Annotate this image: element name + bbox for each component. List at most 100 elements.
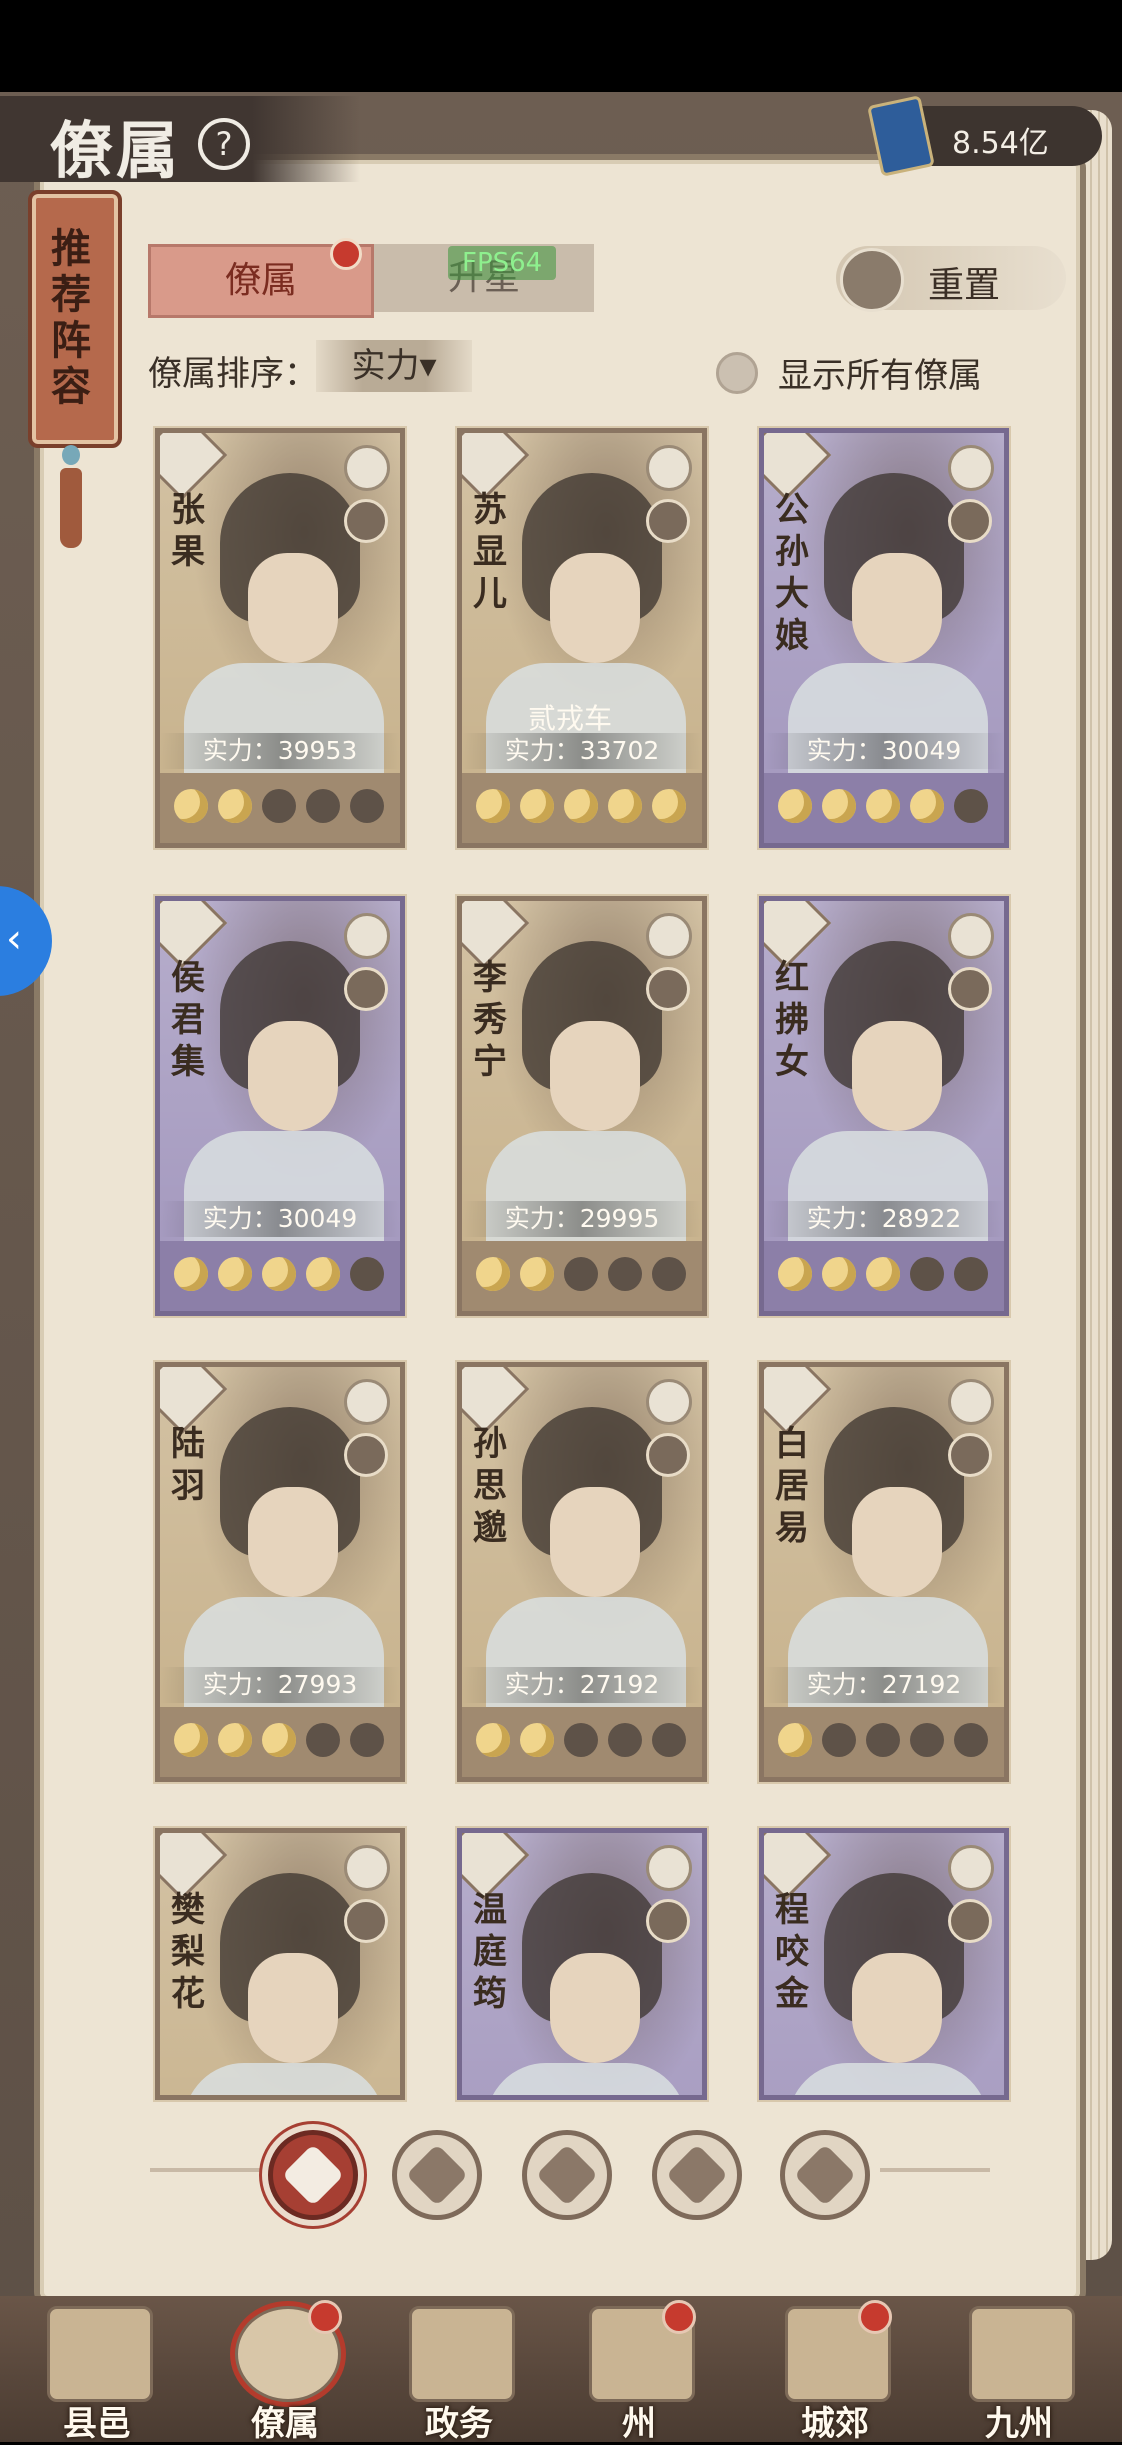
partner-avatar — [344, 1899, 388, 1943]
retainer-power: 实力：27192 — [462, 1667, 702, 1703]
card-overlay-text: 贰戎车 — [528, 702, 613, 735]
star-filled-icon — [866, 789, 900, 823]
nav-label: 县邑 — [63, 2404, 131, 2444]
filter-all-icon[interactable] — [268, 2130, 358, 2220]
retainer-power: 实力：27192 — [764, 1667, 1004, 1703]
retainer-card[interactable]: 孙思邈实力：27192 — [457, 1362, 707, 1782]
star-filled-icon — [476, 1723, 510, 1757]
retainer-name: 程咬金 — [775, 1890, 809, 2014]
portrait-face — [248, 1953, 338, 2063]
retainer-name: 公孙大娘 — [775, 490, 809, 656]
nav-item[interactable]: 九州 — [944, 2306, 1094, 2444]
star-row — [764, 1707, 1004, 1777]
star-filled-icon — [822, 789, 856, 823]
partner-avatar — [948, 1433, 992, 1477]
nav-label: 政务 — [425, 2404, 493, 2444]
star-filled-icon — [778, 789, 812, 823]
retainer-card[interactable]: 公孙大娘实力：30049 — [759, 428, 1009, 848]
star-filled-icon — [778, 1723, 812, 1757]
star-empty-icon — [608, 1723, 642, 1757]
skill-icon — [646, 913, 692, 959]
partner-avatar — [646, 1433, 690, 1477]
star-filled-icon — [174, 1257, 208, 1291]
nav-label: 城郊 — [801, 2404, 869, 2444]
nav-label: 僚属 — [251, 2404, 319, 2444]
retainer-card[interactable]: 陆羽 实力：27993 — [155, 1362, 405, 1782]
star-filled-icon — [866, 1257, 900, 1291]
gourd-icon — [405, 2143, 469, 2207]
retainer-name: 红拂女 — [775, 958, 809, 1082]
star-row — [462, 1241, 702, 1311]
currency-display[interactable]: 8.54亿 — [867, 95, 1102, 177]
filter-lion-icon[interactable] — [780, 2130, 870, 2220]
star-filled-icon — [608, 789, 642, 823]
star-filled-icon — [520, 1257, 554, 1291]
recommend-lineup-tab[interactable]: 推荐阵容 — [28, 190, 122, 550]
star-empty-icon — [306, 1723, 340, 1757]
star-row — [160, 773, 400, 843]
star-filled-icon — [218, 1723, 252, 1757]
portrait-face — [550, 1953, 640, 2063]
partner-avatar — [344, 967, 388, 1011]
retainer-power: 实力：30049 — [764, 733, 1004, 769]
nav-item[interactable]: 县邑 — [22, 2306, 172, 2444]
skill-icon — [948, 1845, 994, 1891]
partner-avatar — [948, 499, 992, 543]
filter-gourd-icon[interactable] — [392, 2130, 482, 2220]
star-filled-icon — [652, 789, 686, 823]
portrait-face — [852, 553, 942, 663]
portrait-face — [248, 1021, 338, 1131]
nav-building-icon — [969, 2306, 1075, 2402]
retainer-card[interactable]: 李秀宁 实力：29995 — [457, 896, 707, 1316]
portrait-face — [852, 1021, 942, 1131]
skill-icon — [646, 1379, 692, 1425]
retainer-card[interactable]: 白居易实力：27192 — [759, 1362, 1009, 1782]
show-all-toggle[interactable] — [716, 352, 758, 394]
retainer-power: 实力：39953 — [160, 733, 400, 769]
reset-label: 重置 — [928, 265, 1001, 306]
star-filled-icon — [910, 789, 944, 823]
skill-icon — [948, 913, 994, 959]
nav-item[interactable]: 城郊 — [760, 2300, 910, 2444]
retainer-card[interactable]: 侯君集 实力：30049 — [155, 896, 405, 1316]
retainer-power: 实力：33702 — [462, 733, 702, 769]
currency-value: 8.54亿 — [952, 126, 1049, 161]
reset-button[interactable]: 重置 — [836, 246, 1066, 312]
portrait-face — [550, 1487, 640, 1597]
star-empty-icon — [652, 1723, 686, 1757]
page-title: 僚属 — [50, 114, 183, 187]
retainer-name: 孙思邈 — [473, 1424, 507, 1548]
notification-dot — [662, 2300, 696, 2334]
nav-building-icon — [409, 2306, 515, 2402]
retainer-card[interactable]: 温庭筠 — [457, 1828, 707, 2100]
nav-item[interactable]: 政务 — [384, 2306, 534, 2444]
star-filled-icon — [822, 1257, 856, 1291]
retainer-card[interactable]: 苏显儿 实力：33702 贰戎车 — [457, 428, 707, 848]
notification-dot — [330, 238, 362, 270]
nav-item[interactable]: 州 — [564, 2300, 714, 2444]
portrait-face — [852, 1487, 942, 1597]
filter-gourd-calabash-icon[interactable] — [522, 2130, 612, 2220]
star-empty-icon — [954, 789, 988, 823]
recommend-lineup-label: 推荐阵容 — [51, 225, 91, 410]
star-filled-icon — [174, 1723, 208, 1757]
status-bar — [0, 0, 1122, 92]
skill-icon — [344, 445, 390, 491]
scroll-tassel — [60, 468, 82, 548]
retainer-card[interactable]: 程咬金 — [759, 1828, 1009, 2100]
star-empty-icon — [564, 1257, 598, 1291]
star-filled-icon — [262, 1257, 296, 1291]
retainer-card[interactable]: 红拂女 实力：28922 — [759, 896, 1009, 1316]
nav-item[interactable]: 僚属 — [210, 2300, 360, 2444]
retainer-name: 侯君集 — [171, 958, 205, 1082]
star-filled-icon — [262, 1723, 296, 1757]
sort-dropdown[interactable]: 实力▾ — [316, 340, 472, 392]
fps-overlay: FPS64 — [448, 246, 557, 280]
skill-icon — [646, 1845, 692, 1891]
help-icon[interactable]: ? — [198, 118, 250, 170]
retainer-name: 白居易 — [775, 1424, 809, 1548]
partner-avatar — [646, 1899, 690, 1943]
retainer-card[interactable]: 张果 实力：39953 — [155, 428, 405, 848]
retainer-card[interactable]: 樊梨花 — [155, 1828, 405, 2100]
filter-fan-icon[interactable] — [652, 2130, 742, 2220]
